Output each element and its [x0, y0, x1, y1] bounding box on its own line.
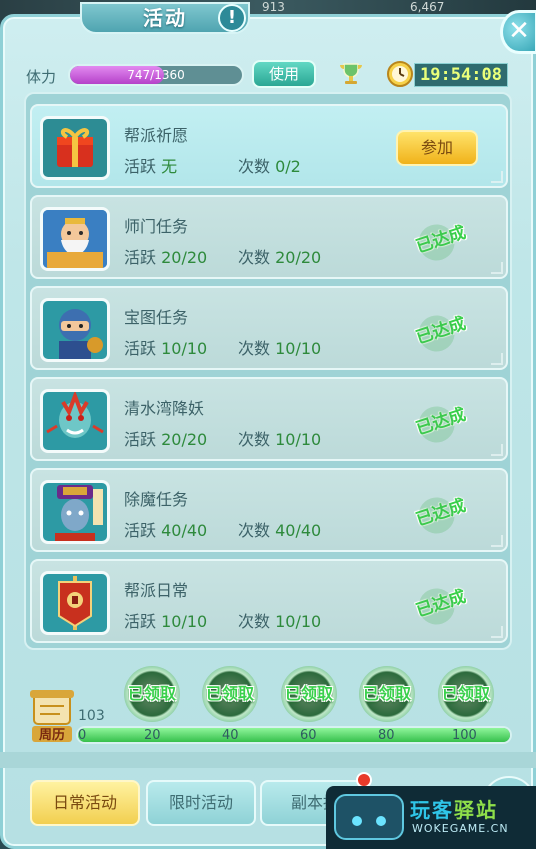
completed-stamp: 已达成	[404, 303, 479, 360]
join-button[interactable]: 参加	[396, 130, 478, 166]
weekly-progress-fill	[78, 728, 510, 742]
active-label: 活跃 20/20	[124, 430, 208, 449]
backdrop-stat-left: 913	[262, 0, 285, 14]
completed-stamp: 已达成	[404, 485, 479, 542]
watermark-title: 玩客驿站	[410, 798, 498, 822]
weekly-progress-bar	[76, 726, 512, 744]
count-value: 0/2	[275, 157, 301, 176]
corner-mark	[491, 262, 503, 274]
watermark-subtitle: WOKEGAME.CN	[412, 822, 509, 835]
weekly-score: 103	[78, 708, 105, 724]
trophy-icon[interactable]	[336, 58, 366, 88]
active-value: 10/10	[161, 612, 208, 631]
close-button[interactable]: ✕	[500, 10, 536, 54]
progress-tick: 20	[144, 728, 161, 743]
corner-mark	[491, 353, 503, 365]
guild-banner-icon	[40, 571, 110, 635]
count-value: 20/20	[275, 248, 322, 267]
reward-claimed-label: 已领取	[284, 684, 333, 703]
activity-name: 清水湾降妖	[124, 399, 205, 418]
stamina-value: 747/1360	[127, 68, 185, 82]
count-label: 次数 0/2	[238, 157, 301, 176]
reward-claimed-label: 已领取	[362, 684, 411, 703]
divider	[0, 752, 536, 768]
reward-chest-100[interactable]: 已领取	[438, 666, 494, 722]
elder-master-icon	[40, 207, 110, 271]
clock-time: 19:54:08	[414, 63, 508, 87]
completed-stamp: 已达成	[404, 394, 479, 451]
activity-name: 宝图任务	[124, 308, 189, 327]
progress-tick: 0	[78, 728, 87, 743]
page-title: 活动	[143, 6, 187, 30]
count-value: 10/10	[275, 430, 322, 449]
completed-stamp: 已达成	[404, 576, 479, 633]
corner-mark	[491, 626, 503, 638]
activity-row[interactable]: 帮派日常 活跃 10/10 次数 10/10 已达成	[30, 559, 508, 643]
corner-mark	[491, 535, 503, 547]
count-value: 40/40	[275, 521, 322, 540]
stamina-bar: 747/1360	[68, 64, 244, 86]
activity-row[interactable]: 除魔任务 活跃 40/40 次数 40/40 已达成	[30, 468, 508, 552]
reward-claimed-label: 已领取	[127, 684, 176, 703]
tab-limited-activities[interactable]: 限时活动	[146, 780, 256, 826]
active-label: 活跃 无	[124, 157, 178, 176]
activity-row[interactable]: 师门任务 活跃 20/20 次数 20/20 已达成	[30, 195, 508, 279]
activity-name: 帮派祈愿	[124, 126, 189, 145]
active-label: 活跃 20/20	[124, 248, 208, 267]
count-label: 次数 40/40	[238, 521, 322, 540]
zombie-official-icon	[40, 480, 110, 544]
corner-mark	[491, 444, 503, 456]
progress-tick: 40	[222, 728, 239, 743]
alert-icon[interactable]: !	[218, 4, 246, 32]
active-label: 活跃 10/10	[124, 612, 208, 631]
activity-name: 师门任务	[124, 217, 189, 236]
reward-chest-80[interactable]: 已领取	[359, 666, 415, 722]
active-value: 20/20	[161, 248, 208, 267]
activity-name: 除魔任务	[124, 490, 189, 509]
activity-row[interactable]: 清水湾降妖 活跃 20/20 次数 10/10 已达成	[30, 377, 508, 461]
clock-icon	[387, 61, 413, 87]
reward-chest-20[interactable]: 已领取	[124, 666, 180, 722]
use-button[interactable]: 使用	[252, 60, 316, 88]
reward-chest-40[interactable]: 已领取	[202, 666, 258, 722]
active-value: 20/20	[161, 430, 208, 449]
backdrop-stat-right: 6,467	[410, 0, 445, 14]
activity-list[interactable]: 帮派祈愿 活跃 无 次数 0/2 参加 师门任务 活跃 20/20 次数 20/…	[24, 92, 512, 650]
activity-row[interactable]: 帮派祈愿 活跃 无 次数 0/2 参加	[30, 104, 508, 188]
count-label: 次数 20/20	[238, 248, 322, 267]
site-watermark: 玩客驿站 WOKEGAME.CN	[326, 786, 536, 849]
corner-mark	[491, 171, 503, 183]
reward-claimed-label: 已领取	[205, 684, 254, 703]
progress-tick: 60	[300, 728, 317, 743]
demon-icon	[40, 389, 110, 453]
active-label: 活跃 10/10	[124, 339, 208, 358]
count-label: 次数 10/10	[238, 612, 322, 631]
active-value: 10/10	[161, 339, 208, 358]
count-label: 次数 10/10	[238, 430, 322, 449]
tab-daily-activities[interactable]: 日常活动	[30, 780, 140, 826]
progress-tick: 80	[378, 728, 395, 743]
robot-logo-icon	[334, 794, 404, 840]
ninja-icon	[40, 298, 110, 362]
weekly-calendar-icon[interactable]: 周历	[30, 690, 74, 744]
weekly-label: 周历	[39, 728, 65, 743]
progress-tick: 100	[452, 728, 477, 743]
reward-chest-60[interactable]: 已领取	[281, 666, 337, 722]
stamina-label: 体力	[26, 68, 57, 86]
gift-icon	[40, 116, 110, 180]
active-value: 无	[161, 157, 178, 176]
count-value: 10/10	[275, 612, 322, 631]
count-label: 次数 10/10	[238, 339, 322, 358]
reward-claimed-label: 已领取	[441, 684, 490, 703]
activity-row[interactable]: 宝图任务 活跃 10/10 次数 10/10 已达成	[30, 286, 508, 370]
completed-stamp: 已达成	[404, 212, 479, 269]
active-label: 活跃 40/40	[124, 521, 208, 540]
activity-name: 帮派日常	[124, 581, 189, 600]
count-value: 10/10	[275, 339, 322, 358]
active-value: 40/40	[161, 521, 208, 540]
